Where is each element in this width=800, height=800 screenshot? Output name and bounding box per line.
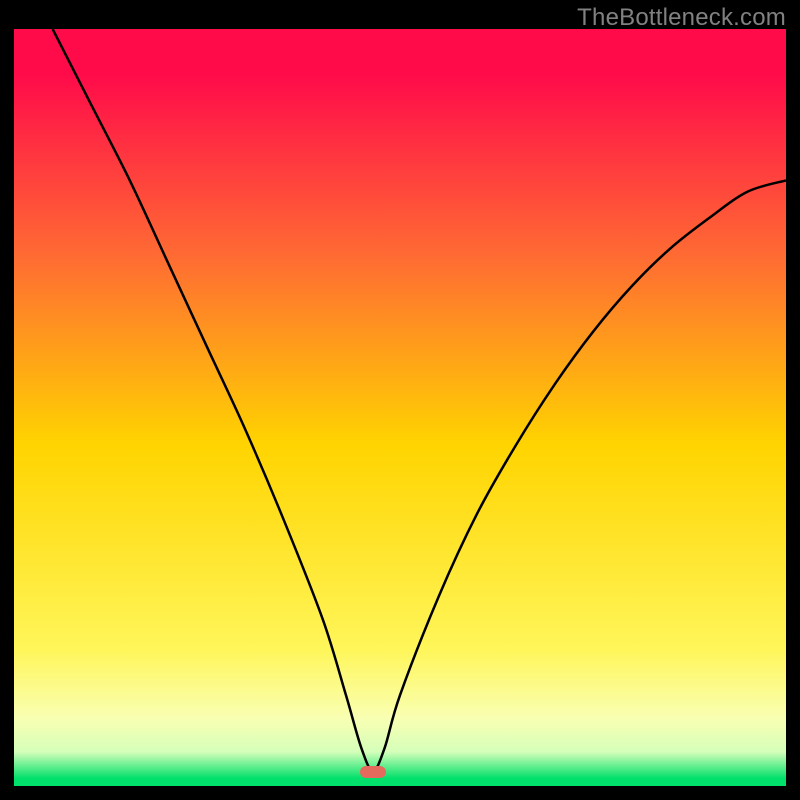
min-marker — [360, 766, 386, 778]
curve-path — [53, 29, 786, 771]
bottleneck-curve — [14, 29, 786, 786]
watermark-text: TheBottleneck.com — [577, 4, 786, 32]
chart-frame — [14, 29, 786, 786]
